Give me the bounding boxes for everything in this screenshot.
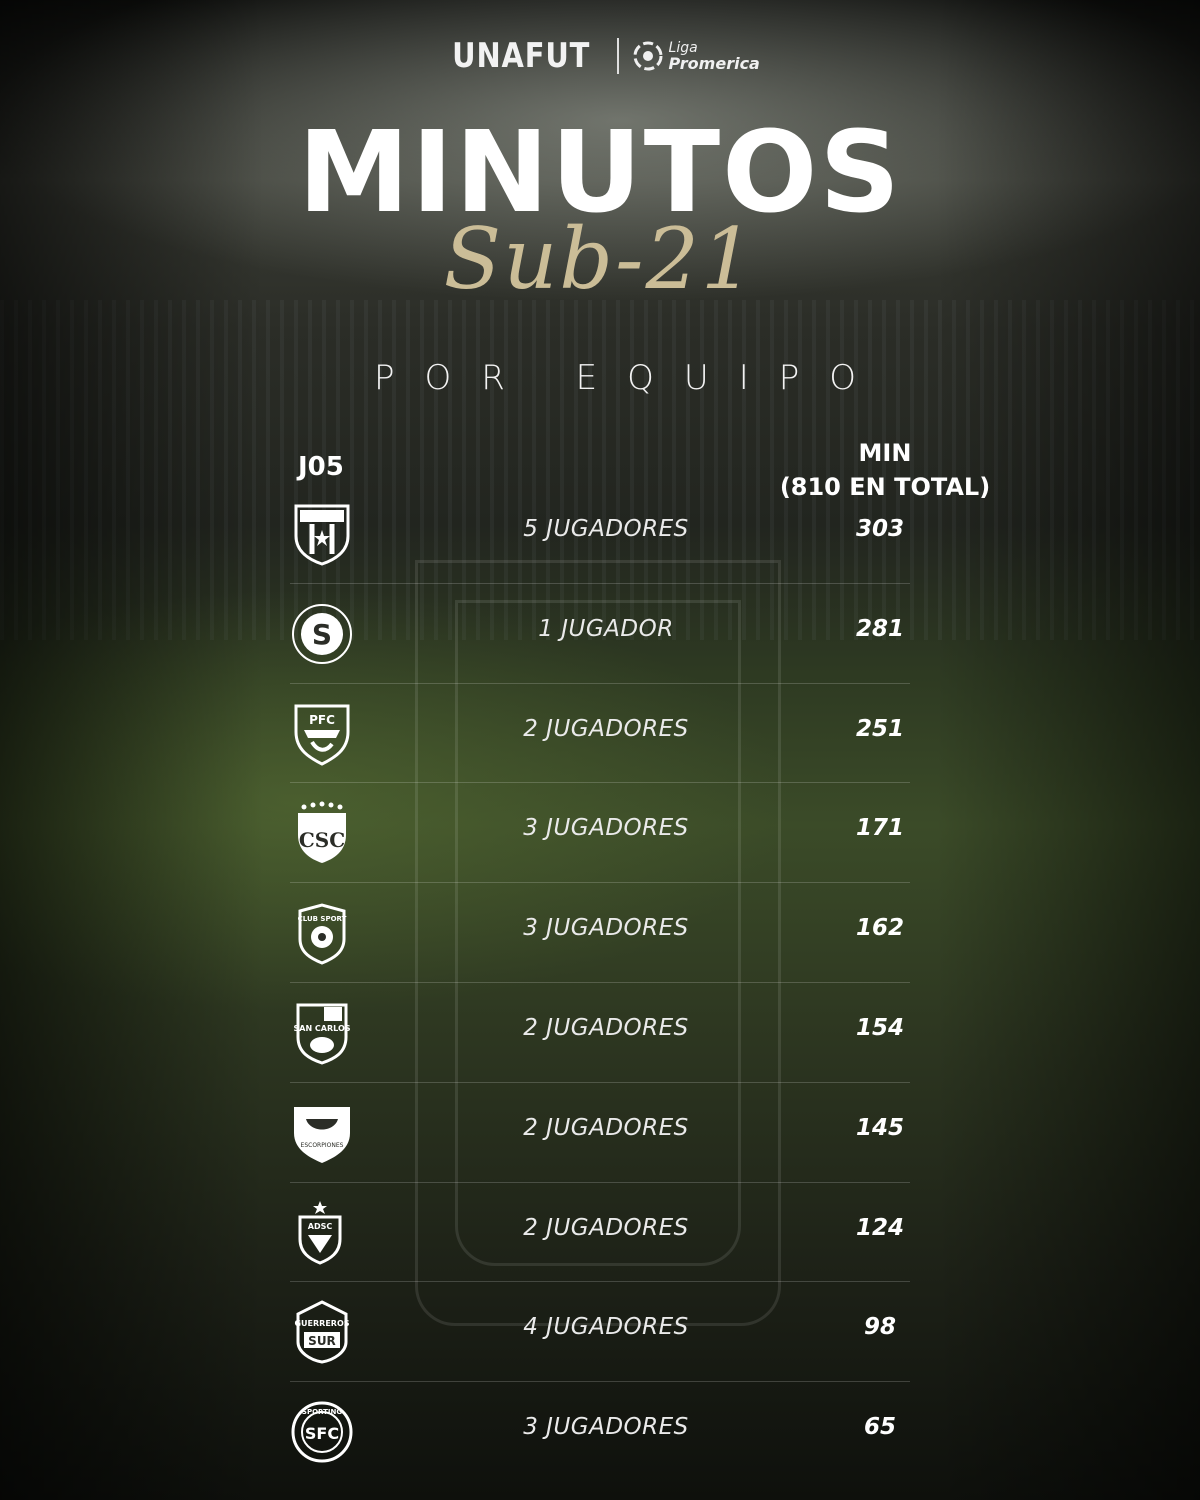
puntarenas-crest-icon: PFC <box>290 702 354 766</box>
minutes-value: 98 <box>863 1314 896 1341</box>
players-count: 3 JUGADORES <box>523 915 689 942</box>
cartagines-crest-icon: CSC <box>290 801 354 865</box>
minutes-value: 124 <box>855 1214 904 1241</box>
minutes-value: 145 <box>855 1114 904 1141</box>
svg-text:PFC: PFC <box>309 713 335 727</box>
team-minutes-table: 5 JUGADORES 303 S 1 JUGADOR 281 PFC 2 JU… <box>290 484 910 1481</box>
table-row: SAN CARLOS 2 JUGADORES 154 <box>290 983 910 1083</box>
players-count: 4 JUGADORES <box>523 1314 689 1341</box>
players-count: 2 JUGADORES <box>523 1014 689 1041</box>
lda-crest-icon <box>290 502 354 566</box>
liga-promerica-icon <box>633 41 663 71</box>
liga-promerica-logo: Liga Promerica <box>633 40 760 72</box>
minutes-value: 65 <box>863 1414 896 1441</box>
escorpiones-crest-icon: ESCORPIONES <box>290 1101 354 1165</box>
minutes-value: 171 <box>855 815 904 842</box>
logo-divider <box>616 38 619 74</box>
svg-text:S: S <box>312 618 332 651</box>
subtitle-script: Sub-21 <box>443 210 757 308</box>
table-row: CSC 3 JUGADORES 171 <box>290 783 910 884</box>
players-count: 2 JUGADORES <box>523 1214 689 1241</box>
table-row: S 1 JUGADOR 281 <box>290 584 910 684</box>
minutes-value: 281 <box>855 615 904 642</box>
graphic-canvas: UNAFUT Liga Promerica MINUTOS Sub-21 POR… <box>0 0 1200 1500</box>
herediano-crest-icon: CLUB SPORT <box>290 901 354 965</box>
minutes-header-line1: MIN <box>858 439 912 467</box>
svg-text:SUR: SUR <box>308 1334 336 1348</box>
sporting-fc-crest-icon: SPORTING SFC <box>290 1400 354 1464</box>
promerica-label: Promerica <box>668 54 760 73</box>
players-count: 5 JUGADORES <box>523 516 689 542</box>
minutes-value: 303 <box>855 516 904 542</box>
table-row: SPORTING SFC 3 JUGADORES 65 <box>290 1382 910 1481</box>
table-row: ADSC 2 JUGADORES 124 <box>290 1183 910 1283</box>
minutes-value: 162 <box>855 915 904 942</box>
players-count: 3 JUGADORES <box>523 1414 689 1441</box>
unafut-logo-text: UNAFUT <box>452 36 591 76</box>
table-row: CLUB SPORT 3 JUGADORES 162 <box>290 883 910 983</box>
round-label: J05 <box>298 452 344 482</box>
saprissa-crest-icon: S <box>290 602 354 666</box>
svg-text:ADSC: ADSC <box>308 1222 333 1231</box>
players-count: 1 JUGADOR <box>538 615 674 642</box>
table-row: PFC 2 JUGADORES 251 <box>290 684 910 784</box>
svg-text:SPORTING: SPORTING <box>302 1408 342 1416</box>
players-count: 2 JUGADORES <box>523 1114 689 1141</box>
svg-text:SFC: SFC <box>305 1424 339 1443</box>
players-count: 2 JUGADORES <box>523 715 689 742</box>
svg-text:SAN CARLOS: SAN CARLOS <box>293 1024 350 1033</box>
svg-text:GUERREROS: GUERREROS <box>294 1319 349 1328</box>
minutes-value: 154 <box>855 1014 904 1041</box>
svg-text:CSC: CSC <box>299 828 345 852</box>
adsc-crest-icon: ADSC <box>290 1200 354 1265</box>
svg-text:CLUB SPORT: CLUB SPORT <box>298 915 347 923</box>
section-label: POR EQUIPO <box>373 358 887 398</box>
minutes-value: 251 <box>855 715 904 742</box>
table-row: 5 JUGADORES 303 <box>290 484 910 584</box>
svg-text:ESCORPIONES: ESCORPIONES <box>301 1142 344 1149</box>
table-row: ESCORPIONES 2 JUGADORES 145 <box>290 1083 910 1183</box>
table-row: GUERREROS SUR 4 JUGADORES 98 <box>290 1282 910 1383</box>
san-carlos-crest-icon: SAN CARLOS <box>290 1001 354 1065</box>
header-logos: UNAFUT Liga Promerica <box>0 36 1200 76</box>
players-count: 3 JUGADORES <box>523 815 689 842</box>
guerreros-del-sur-crest-icon: GUERREROS SUR <box>290 1300 354 1364</box>
